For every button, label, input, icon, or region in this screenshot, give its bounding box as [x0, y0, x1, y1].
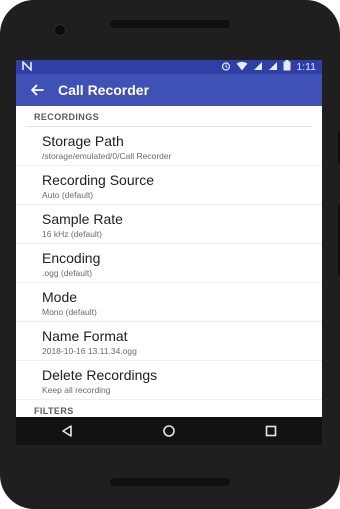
app-bar: Call Recorder — [16, 74, 322, 106]
alarm-icon — [221, 61, 231, 74]
camera — [54, 24, 66, 36]
pref-sample-rate[interactable]: Sample Rate 16 kHz (default) — [16, 205, 322, 244]
pref-title: Encoding — [42, 250, 101, 266]
phone-frame: 1:11 Call Recorder RECORDINGS Storage Pa… — [0, 0, 340, 509]
home-circle-icon[interactable] — [155, 417, 183, 445]
back-triangle-icon[interactable] — [53, 417, 81, 445]
pref-summary: .ogg (default) — [42, 268, 93, 278]
status-time: 1:11 — [296, 61, 316, 73]
bottom-speaker — [110, 478, 230, 486]
screen: 1:11 Call Recorder RECORDINGS Storage Pa… — [16, 60, 322, 445]
pref-encoding[interactable]: Encoding .ogg (default) — [16, 244, 322, 283]
earpiece-speaker — [110, 20, 230, 28]
pref-title: Delete Recordings — [42, 367, 158, 383]
recents-square-icon[interactable] — [257, 417, 285, 445]
page-title: Call Recorder — [58, 82, 150, 98]
wifi-icon — [236, 61, 248, 74]
system-nav-bar — [16, 417, 322, 445]
pref-mode[interactable]: Mode Mono (default) — [16, 283, 322, 322]
pref-summary: 16 kHz (default) — [42, 229, 102, 239]
pref-summary: Keep all recording — [42, 385, 111, 395]
pref-name-format[interactable]: Name Format 2018-10-16 13.11.34.ogg — [16, 322, 322, 361]
section-header-recordings: RECORDINGS — [34, 112, 100, 122]
pref-title: Recording Source — [42, 172, 155, 188]
pref-summary: Auto (default) — [42, 190, 94, 200]
settings-list: RECORDINGS Storage Path /storage/emulate… — [16, 106, 322, 418]
pref-recording-source[interactable]: Recording Source Auto (default) — [16, 166, 322, 205]
pref-summary: Mono (default) — [42, 307, 97, 317]
pref-storage-path[interactable]: Storage Path /storage/emulated/0/Call Re… — [16, 127, 322, 166]
n-logo-icon — [22, 60, 32, 74]
pref-summary: 2018-10-16 13.11.34.ogg — [42, 346, 137, 356]
pref-delete-recordings[interactable]: Delete Recordings Keep all recording — [16, 361, 322, 400]
pref-summary: /storage/emulated/0/Call Recorder — [42, 151, 172, 161]
pref-title: Sample Rate — [42, 211, 123, 227]
status-bar: 1:11 — [16, 60, 322, 74]
pref-title: Mode — [42, 289, 78, 305]
pref-title: Storage Path — [42, 133, 124, 149]
signal-icon — [253, 61, 263, 74]
signal-icon — [268, 61, 278, 74]
battery-icon — [283, 60, 291, 74]
back-arrow-icon[interactable] — [28, 81, 46, 99]
pref-title: Name Format — [42, 328, 128, 344]
